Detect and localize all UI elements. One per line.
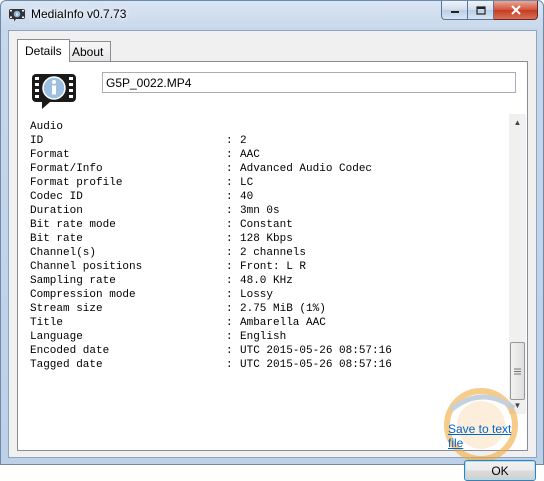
info-separator: :: [226, 163, 233, 175]
info-key: Title: [30, 317, 64, 329]
info-row: Sampling rate:48.0 KHz: [30, 274, 515, 288]
info-key: Language: [30, 331, 83, 343]
info-key: Bit rate: [30, 233, 83, 245]
info-row: Tagged date: UTC 2015-05-26 08:57:16: [30, 358, 515, 372]
info-separator: :: [226, 303, 233, 315]
info-row: Format: AAC: [30, 148, 515, 162]
info-value: 128 Kbps: [240, 233, 293, 245]
close-button[interactable]: [494, 1, 538, 20]
info-value: AAC: [240, 149, 260, 161]
close-icon: [510, 5, 521, 15]
info-key: ID: [30, 135, 44, 147]
grip-icon: [514, 368, 521, 374]
dialog-client-area: Details About Audio ID:2Format:AACFormat…: [8, 30, 537, 481]
info-row: Language: English: [30, 330, 515, 344]
minimize-button[interactable]: [441, 1, 468, 20]
info-row: Bit rate mode: Constant: [30, 218, 515, 232]
info-row: Channel(s):2 channels: [30, 246, 515, 260]
info-separator: :: [226, 247, 233, 259]
info-row: Format profile: LC: [30, 176, 515, 190]
info-row: Title: Ambarella AAC: [30, 316, 515, 330]
info-value: 40: [240, 191, 254, 203]
info-value: 48.0 KHz: [240, 275, 293, 287]
window-title: MediaInfo v0.7.73: [31, 7, 127, 21]
maximize-icon: [475, 5, 486, 15]
info-separator: :: [226, 135, 233, 147]
ok-button[interactable]: OK: [464, 460, 536, 481]
vertical-scrollbar[interactable]: ▲ ▼: [509, 114, 526, 414]
info-key: Encoded date: [30, 345, 110, 357]
scroll-up-button[interactable]: ▲: [509, 114, 526, 131]
info-value: Advanced Audio Codec: [240, 163, 373, 175]
info-value: English: [240, 331, 287, 343]
info-key: Duration: [30, 205, 83, 217]
info-value: Front: L R: [240, 261, 307, 273]
info-row: Channel positions: Front: L R: [30, 260, 515, 274]
arrow-up-icon: ▲: [513, 118, 522, 127]
info-value: 2.75 MiB (1%): [240, 303, 326, 315]
info-row: Bit rate:128 Kbps: [30, 232, 515, 246]
info-key: Format: [30, 149, 70, 161]
info-separator: :: [226, 233, 233, 245]
info-separator: :: [226, 275, 233, 287]
info-row: Encoded date: UTC 2015-05-26 08:57:16: [30, 344, 515, 358]
info-value: Lossy: [240, 289, 274, 301]
info-value: LC: [240, 177, 254, 189]
info-separator: :: [226, 149, 233, 161]
info-row: Compression mode: Lossy: [30, 288, 515, 302]
info-separator: :: [226, 219, 233, 231]
info-value: Ambarella AAC: [240, 317, 326, 329]
info-separator: :: [226, 359, 233, 371]
details-panel: Audio ID:2Format:AACFormat/Info:Advanced…: [17, 61, 536, 481]
info-separator: :: [226, 345, 233, 357]
info-key: Channel positions: [30, 261, 143, 273]
info-row: ID:2: [30, 134, 515, 148]
app-icon: [9, 9, 25, 22]
info-key: Sampling rate: [30, 275, 116, 287]
info-key: Channel(s): [30, 247, 97, 259]
info-row: Stream size:2.75 MiB (1%): [30, 302, 515, 316]
title-bar[interactable]: MediaInfo v0.7.73: [1, 1, 543, 29]
info-value: 2 channels: [240, 247, 307, 259]
info-key: Stream size: [30, 303, 103, 315]
info-row: Duration:3mn 0s: [30, 204, 515, 218]
info-separator: :: [226, 317, 233, 329]
info-key: Format profile: [30, 177, 123, 189]
info-value: 3mn 0s: [240, 205, 280, 217]
info-value: 2: [240, 135, 247, 147]
info-separator: :: [226, 177, 233, 189]
info-key: Format/Info: [30, 163, 103, 175]
info-separator: :: [226, 191, 233, 203]
info-key: Bit rate mode: [30, 219, 116, 231]
minimize-icon: [450, 11, 459, 13]
window-controls: [441, 1, 538, 21]
info-separator: :: [226, 289, 233, 301]
tab-details[interactable]: Details: [17, 39, 70, 62]
section-heading: Audio: [30, 121, 64, 133]
mediainfo-film-info-icon: [32, 74, 76, 109]
save-to-text-file-link[interactable]: Save to text file: [448, 422, 527, 450]
info-value: UTC 2015-05-26 08:57:16: [240, 345, 392, 357]
info-key: Codec ID: [30, 191, 83, 203]
info-text-area[interactable]: Audio ID:2 Format: AAC Format/Info: Advanced…: [30, 120, 515, 410]
maximize-button[interactable]: [468, 1, 494, 20]
info-key: Compression mode: [30, 289, 136, 301]
mediainfo-window: MediaInfo v0.7.73 Details About G5P_0022…: [0, 0, 544, 481]
info-separator: :: [226, 261, 233, 273]
filename-field[interactable]: [102, 72, 516, 93]
info-value: UTC 2015-05-26 08:57:16: [240, 359, 392, 371]
info-row: Codec ID:40: [30, 190, 515, 204]
info-value: Constant: [240, 219, 293, 231]
info-key: Tagged date: [30, 359, 103, 371]
info-separator: :: [226, 205, 233, 217]
info-separator: :: [226, 331, 233, 343]
tab-about[interactable]: About: [64, 41, 112, 62]
info-row: Format/Info: Advanced Audio Codec: [30, 162, 515, 176]
